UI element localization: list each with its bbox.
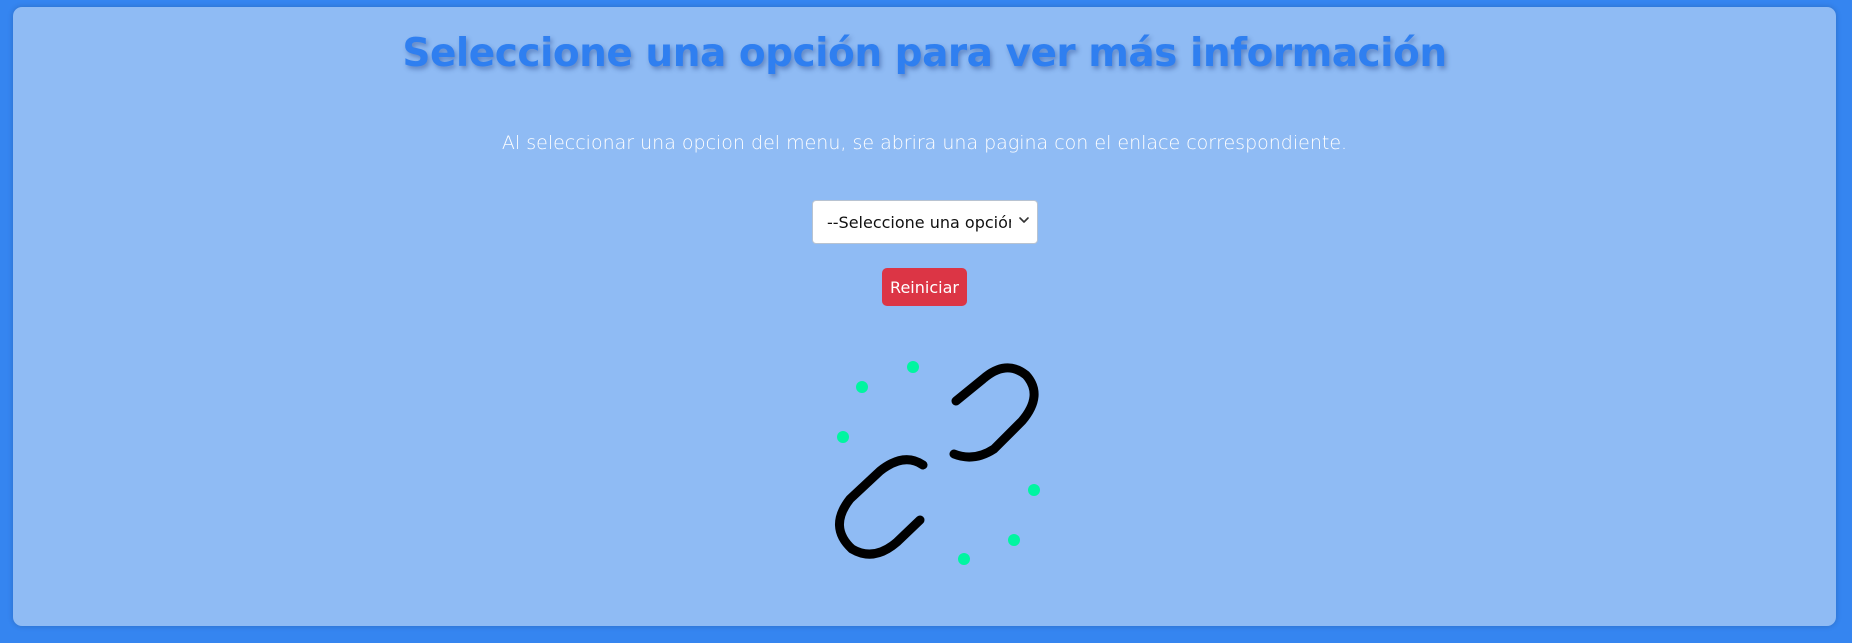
spark-dot xyxy=(1028,484,1040,496)
spark-dot xyxy=(958,553,970,565)
link-upper-segment xyxy=(949,363,1039,462)
spark-dot xyxy=(856,381,868,393)
option-select[interactable]: --Seleccione una opción-- xyxy=(813,201,1037,243)
spark-dot xyxy=(907,361,919,373)
page-title: Seleccione una opción para ver más infor… xyxy=(402,31,1447,76)
broken-link-icon xyxy=(835,361,1040,565)
link-lower-segment xyxy=(835,455,928,559)
spark-dot xyxy=(837,431,849,443)
option-select-wrapper[interactable]: --Seleccione una opción-- xyxy=(812,200,1038,244)
spark-dot xyxy=(1008,534,1020,546)
page-description: Al seleccionar una opcion del menu, se a… xyxy=(501,132,1348,154)
reset-button[interactable]: Reiniciar xyxy=(882,268,967,306)
main-panel: Seleccione una opción para ver más infor… xyxy=(13,7,1836,626)
